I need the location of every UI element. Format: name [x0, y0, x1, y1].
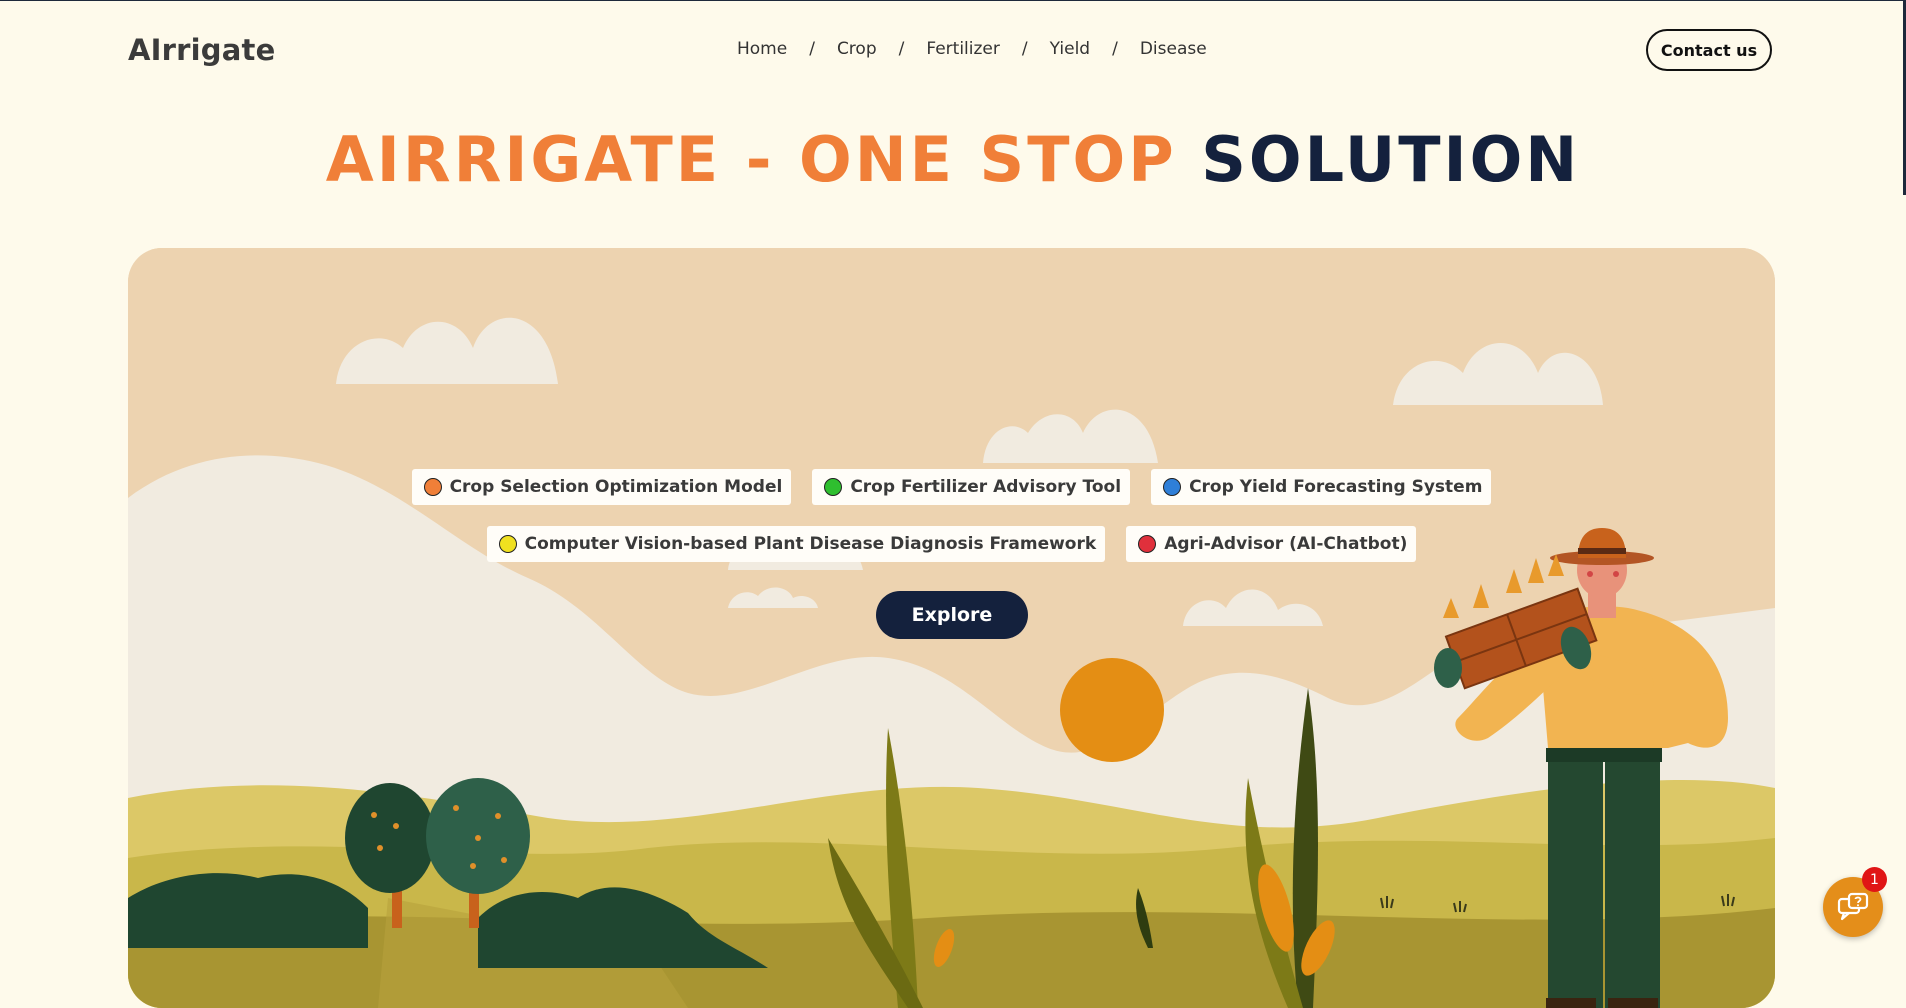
- feature-row-2: Computer Vision-based Plant Disease Diag…: [486, 526, 1417, 562]
- top-border: [0, 0, 1906, 1]
- feature-chip-label: Agri-Advisor (AI-Chatbot): [1164, 534, 1408, 554]
- nav-separator: /: [809, 39, 815, 59]
- nav-separator: /: [1112, 39, 1118, 59]
- yellow-dot-icon: [498, 535, 517, 553]
- feature-chip-fertilizer-advisory[interactable]: Crop Fertilizer Advisory Tool: [812, 469, 1131, 505]
- feature-chip-label: Crop Selection Optimization Model: [449, 477, 783, 497]
- hero-banner: Crop Selection Optimization Model Crop F…: [128, 248, 1775, 1008]
- feature-chip-label: Computer Vision-based Plant Disease Diag…: [524, 534, 1097, 554]
- feature-chip-label: Crop Yield Forecasting System: [1189, 477, 1483, 497]
- notification-badge: 1: [1862, 867, 1887, 892]
- feature-chip-list: Crop Selection Optimization Model Crop F…: [128, 469, 1775, 562]
- contact-button[interactable]: Contact us: [1646, 29, 1772, 71]
- title-accent-part: AIRRIGATE - ONE STOP: [325, 123, 1202, 196]
- main-nav: Home / Crop / Fertilizer / Yield / Disea…: [737, 39, 1207, 59]
- feature-row-1: Crop Selection Optimization Model Crop F…: [411, 469, 1492, 505]
- nav-fertilizer[interactable]: Fertilizer: [926, 39, 1000, 59]
- feature-chip-crop-selection[interactable]: Crop Selection Optimization Model: [411, 469, 792, 505]
- explore-button[interactable]: Explore: [876, 591, 1028, 639]
- nav-disease[interactable]: Disease: [1140, 39, 1207, 59]
- nav-separator: /: [1021, 39, 1028, 59]
- nav-crop[interactable]: Crop: [837, 39, 877, 59]
- nav-home[interactable]: Home: [737, 39, 787, 59]
- orange-dot-icon: [423, 478, 442, 496]
- title-dark-part: SOLUTION: [1201, 123, 1581, 196]
- feature-chip-agri-advisor[interactable]: Agri-Advisor (AI-Chatbot): [1126, 526, 1417, 562]
- nav-yield[interactable]: Yield: [1050, 39, 1090, 59]
- blue-dot-icon: [1163, 478, 1182, 496]
- chat-help-icon: [1837, 892, 1869, 921]
- feature-chip-disease-diagnosis[interactable]: Computer Vision-based Plant Disease Diag…: [486, 526, 1106, 562]
- green-dot-icon: [824, 478, 843, 496]
- sun: [1060, 658, 1164, 762]
- logo[interactable]: AIrrigate: [128, 33, 275, 67]
- red-dot-icon: [1138, 535, 1157, 553]
- feature-chip-label: Crop Fertilizer Advisory Tool: [850, 477, 1122, 497]
- feature-chip-yield-forecasting[interactable]: Crop Yield Forecasting System: [1151, 469, 1492, 505]
- nav-separator: /: [898, 39, 905, 59]
- page-title: AIRRIGATE - ONE STOP SOLUTION: [0, 122, 1906, 198]
